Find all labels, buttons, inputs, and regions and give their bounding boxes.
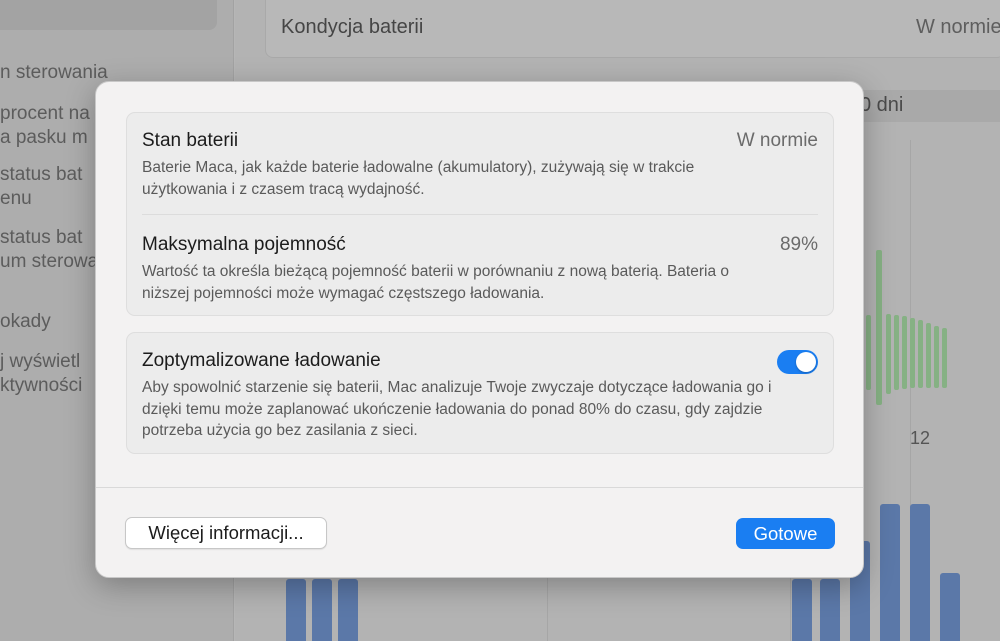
chart-bar [910, 318, 915, 388]
max-capacity-description: Wartość ta określa bieżącą pojemność bat… [142, 263, 730, 302]
chart-bar [902, 316, 907, 389]
optimized-charging-title: Zoptymalizowane ładowanie [142, 350, 381, 371]
toggle-knob [796, 352, 816, 372]
chart-bar [820, 579, 840, 641]
chart-bar [880, 504, 900, 641]
optimized-charging-group: Zoptymalizowane ładowanie Aby spowolnić … [126, 332, 834, 454]
more-info-button[interactable]: Więcej informacji... [125, 517, 327, 549]
sidebar-item: a pasku m [0, 127, 88, 148]
done-button[interactable]: Gotowe [736, 518, 835, 549]
sidebar-item: um sterowa [0, 251, 99, 272]
optimized-charging-description: Aby spowolnić starzenie się baterii, Mac… [142, 379, 772, 439]
chart-bar [894, 315, 899, 390]
divider [142, 214, 818, 215]
chart-bar [940, 573, 960, 641]
chart-bar [792, 579, 812, 641]
battery-health-value: W normie [916, 16, 1000, 38]
chart-bar [312, 579, 332, 641]
chart-bar [886, 314, 891, 394]
sidebar-item: okady [0, 311, 51, 332]
max-capacity-value: 89% [779, 234, 818, 255]
chart-bar [918, 320, 923, 388]
period-label: 0 dni [860, 94, 904, 116]
battery-info-group: Stan baterii W normie Baterie Maca, jak … [126, 112, 834, 316]
chart-bar [942, 328, 947, 388]
chart-bar [876, 250, 882, 405]
battery-state-value: W normie [736, 130, 818, 151]
optimized-charging-toggle[interactable] [777, 350, 818, 374]
chart-bar [338, 579, 358, 641]
footer-divider [96, 487, 863, 488]
max-capacity-title: Maksymalna pojemność [142, 234, 346, 255]
sidebar-item: ktywności [0, 375, 83, 396]
chart-bar [926, 323, 931, 388]
sidebar-search-area [0, 0, 217, 30]
chart-bar [934, 326, 939, 388]
sidebar-item: j wyświetl [0, 351, 81, 372]
sidebar-item: enu [0, 188, 32, 209]
chart-bar [286, 579, 306, 641]
battery-state-description: Baterie Maca, jak każde baterie ładowaln… [142, 159, 695, 198]
battery-health-label: Kondycja baterii [281, 16, 424, 38]
sidebar-item: status bat [0, 164, 83, 185]
chart-axis-label: 12 [910, 428, 931, 448]
sidebar-item: n sterowania [0, 62, 108, 83]
battery-health-dialog: Stan baterii W normie Baterie Maca, jak … [95, 81, 864, 578]
chart-bar [866, 315, 871, 390]
battery-health-row: Kondycja baterii W normie [265, 0, 1000, 58]
chart-bar [910, 504, 930, 641]
sidebar-item: procent na [0, 103, 90, 124]
sidebar-item: status bat [0, 227, 83, 248]
battery-state-title: Stan baterii [142, 130, 239, 151]
